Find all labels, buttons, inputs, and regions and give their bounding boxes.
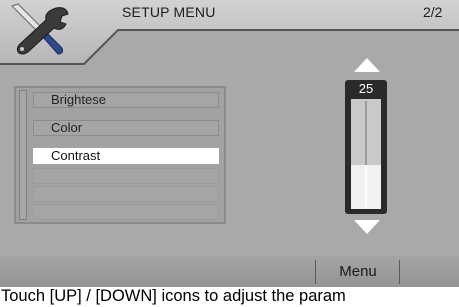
menu-item-empty bbox=[33, 186, 219, 202]
up-arrow-icon[interactable] bbox=[354, 58, 380, 72]
menu-button[interactable]: Menu bbox=[318, 259, 398, 285]
tools-icon[interactable] bbox=[8, 2, 70, 58]
slider-level-indicator bbox=[365, 165, 367, 207]
menu-scrollbar[interactable] bbox=[19, 90, 27, 220]
slider-value: 25 bbox=[358, 81, 374, 96]
instruction-text: Touch [UP] / [DOWN] icons to adjust the … bbox=[1, 287, 346, 305]
bottom-divider bbox=[315, 260, 316, 284]
setup-screen: SETUP MENU 2/2 Brightese Color Contrast … bbox=[0, 0, 459, 287]
menu-item-empty bbox=[33, 168, 219, 184]
menu-item-brightness[interactable]: Brightese bbox=[33, 92, 219, 108]
down-arrow-icon[interactable] bbox=[354, 220, 380, 234]
slider-track[interactable] bbox=[351, 99, 381, 209]
menu-item-color[interactable]: Color bbox=[33, 120, 219, 136]
bottom-divider bbox=[399, 260, 400, 284]
page-title: SETUP MENU bbox=[122, 4, 216, 20]
menu-item-contrast[interactable]: Contrast bbox=[33, 148, 219, 164]
menu-item-empty bbox=[33, 204, 219, 220]
page-indicator: 2/2 bbox=[423, 4, 443, 20]
